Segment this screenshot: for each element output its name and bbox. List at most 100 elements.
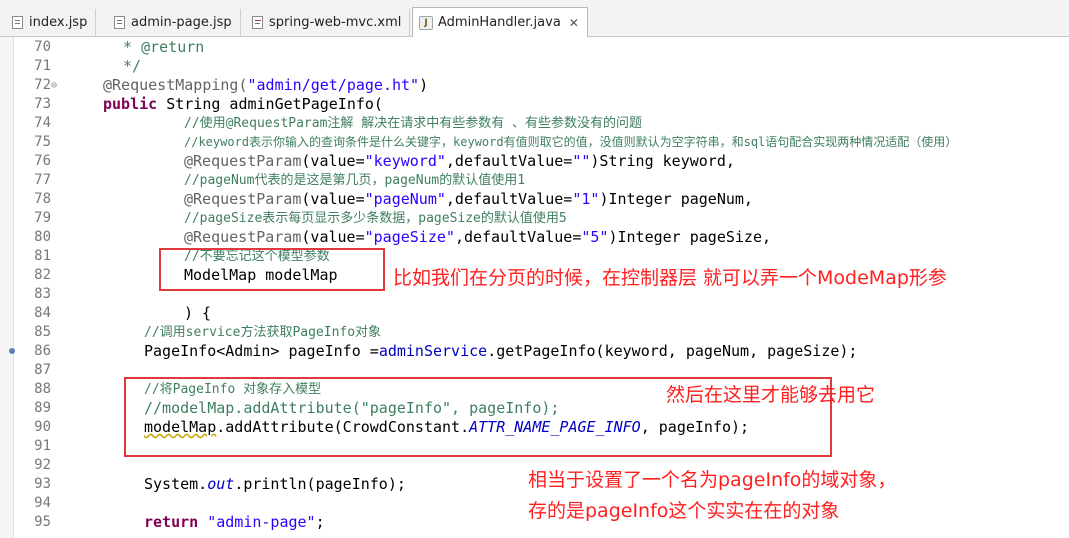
line-number: 73: [34, 96, 51, 112]
code-line-86: 86 PageInfo<Admin> pageInfo =adminServic…: [0, 342, 1069, 361]
string-token: "admin-page": [198, 513, 316, 531]
line-number: 80: [34, 229, 51, 245]
editor-tab-bar: index.jsp admin-page.jsp spring-web-mvc.…: [0, 0, 1069, 37]
line-number: 78: [34, 191, 51, 207]
code-text: //pageSize表示每页显示多少条数据，pageSize的默认值使用5: [184, 211, 567, 226]
code-token: )Integer pageNum,: [599, 190, 753, 208]
annotation-note-domain-object: 相当于设置了一个名为pageInfo的域对象，: [528, 469, 897, 491]
tab-label: AdminHandler.java: [438, 15, 561, 30]
code-text: //keyword表示你输入的查询条件是什么关键字，keyword有值则取它的值…: [184, 135, 958, 149]
string-token: "pageNum": [364, 190, 446, 208]
code-token: String adminGetPageInfo(: [157, 95, 383, 113]
annotation-token: @RequestParam: [184, 152, 302, 170]
line-number: 95: [34, 514, 51, 530]
string-token: "": [572, 152, 591, 170]
tab-label: spring-web-mvc.xml: [269, 15, 402, 30]
code-text: //使用@RequestParam注解 解决在请求中有些参数有 、有些参数没有的…: [184, 116, 643, 131]
code-text: ) {: [184, 304, 212, 322]
code-line-72: 72 ⊖ @RequestMapping("admin/get/page.ht"…: [0, 76, 1069, 95]
code-text: System.out.println(pageInfo);: [144, 475, 406, 494]
code-text: @RequestParam(value="pageSize",defaultVa…: [184, 228, 771, 247]
code-text: * @return: [114, 38, 205, 56]
field-token: adminService: [378, 342, 488, 360]
code-token: ): [419, 76, 429, 94]
java-file-icon: J: [419, 15, 433, 30]
close-icon[interactable]: ✕: [569, 16, 579, 30]
line-number: 72: [34, 77, 51, 93]
code-token: )Integer pageSize,: [608, 228, 772, 246]
code-token: ,defaultValue=: [454, 228, 582, 246]
code-line-77: 77 //pageNum代表的是这是第几页，pageNum的默认值使用1: [0, 171, 1069, 190]
tab-admin-page-jsp[interactable]: admin-page.jsp: [108, 9, 241, 36]
keyword-token: return: [144, 513, 199, 531]
code-text: //调用service方法获取PageInfo对象: [144, 325, 382, 340]
line-number: 91: [34, 438, 51, 454]
line-number: 86: [34, 343, 51, 359]
line-number: 70: [34, 39, 51, 55]
line-number: 85: [34, 324, 51, 340]
line-number: 87: [34, 362, 51, 378]
line-number: 84: [34, 305, 51, 321]
code-line-74: 74 //使用@RequestParam注解 解决在请求中有些参数有 、有些参数…: [0, 114, 1069, 133]
code-text: PageInfo<Admin> pageInfo =adminService.g…: [144, 342, 857, 361]
code-text: @RequestParam(value="keyword",defaultVal…: [184, 152, 735, 171]
code-token: ;: [315, 513, 325, 531]
tab-index-jsp[interactable]: index.jsp: [6, 9, 97, 36]
string-token: "admin/get/page.ht": [247, 76, 420, 94]
code-token: (value=: [301, 152, 365, 170]
string-token: "5": [581, 228, 609, 246]
code-line-75: 75 //keyword表示你输入的查询条件是什么关键字，keyword有值则取…: [0, 133, 1069, 152]
code-line-70: 70 * @return: [0, 38, 1069, 57]
tab-spring-web-mvc-xml[interactable]: spring-web-mvc.xml: [246, 9, 411, 36]
line-number: 82: [34, 267, 51, 283]
annotation-note-stored-object: 存的是pageInfo这个实实在在的对象: [528, 500, 840, 522]
line-number: 75: [34, 134, 51, 150]
tab-label: index.jsp: [29, 15, 88, 30]
annotation-token: @RequestParam: [184, 190, 302, 208]
annotation-token: @RequestParam: [184, 228, 302, 246]
line-number: 88: [34, 381, 51, 397]
code-line-84: 84 ) {: [0, 304, 1069, 323]
xml-file-icon: [252, 16, 263, 29]
line-number: 79: [34, 210, 51, 226]
line-number: 93: [34, 476, 51, 492]
code-editor[interactable]: 70 * @return 71 */ 72 ⊖ @RequestMapping(…: [0, 37, 1069, 538]
code-text: */: [114, 57, 142, 75]
code-token: PageInfo<Admin> pageInfo =: [144, 342, 379, 360]
string-token: "1": [572, 190, 600, 208]
jsp-file-icon: [12, 16, 23, 29]
tab-label: admin-page.jsp: [131, 15, 232, 30]
jsp-file-icon: [114, 16, 125, 29]
keyword-token: public: [103, 95, 158, 113]
line-number: 74: [34, 115, 51, 131]
code-line-78: 78 @RequestParam(value="pageNum",default…: [0, 190, 1069, 209]
code-line-71: 71 */: [0, 57, 1069, 76]
annotation-note-use-here: 然后在这里才能够去用它: [666, 384, 876, 406]
tab-admin-handler-java[interactable]: J AdminHandler.java ✕: [412, 7, 588, 37]
code-token: (value=: [301, 190, 365, 208]
code-line-80: 80 @RequestParam(value="pageSize",defaul…: [0, 228, 1069, 247]
code-token: .getPageInfo(keyword, pageNum, pageSize)…: [487, 342, 858, 360]
code-token: )String keyword,: [590, 152, 735, 170]
code-token: (value=: [301, 228, 365, 246]
line-number: 71: [34, 58, 51, 74]
field-token: out: [207, 475, 235, 493]
code-line-76: 76 @RequestParam(value="keyword",default…: [0, 152, 1069, 171]
code-line-73: 73 public String adminGetPageInfo(: [0, 95, 1069, 114]
code-line-79: 79 //pageSize表示每页显示多少条数据，pageSize的默认值使用5: [0, 209, 1069, 228]
string-token: "keyword": [364, 152, 446, 170]
code-token: ,defaultValue=: [445, 152, 573, 170]
code-line-85: 85 //调用service方法获取PageInfo对象: [0, 323, 1069, 342]
line-number: 94: [34, 495, 51, 511]
line-number: 76: [34, 153, 51, 169]
code-token: ,defaultValue=: [445, 190, 573, 208]
code-text: return "admin-page";: [144, 513, 325, 532]
line-number: 90: [34, 419, 51, 435]
fold-collapse-icon[interactable]: ⊖: [51, 76, 57, 95]
line-number: 83: [34, 286, 51, 302]
string-token: "pageSize": [364, 228, 455, 246]
annotation-token: @RequestMapping(: [103, 76, 248, 94]
code-text: @RequestParam(value="pageNum",defaultVal…: [184, 190, 753, 209]
code-token: .println(pageInfo);: [234, 475, 406, 493]
code-text: //pageNum代表的是这是第几页，pageNum的默认值使用1: [184, 173, 526, 188]
